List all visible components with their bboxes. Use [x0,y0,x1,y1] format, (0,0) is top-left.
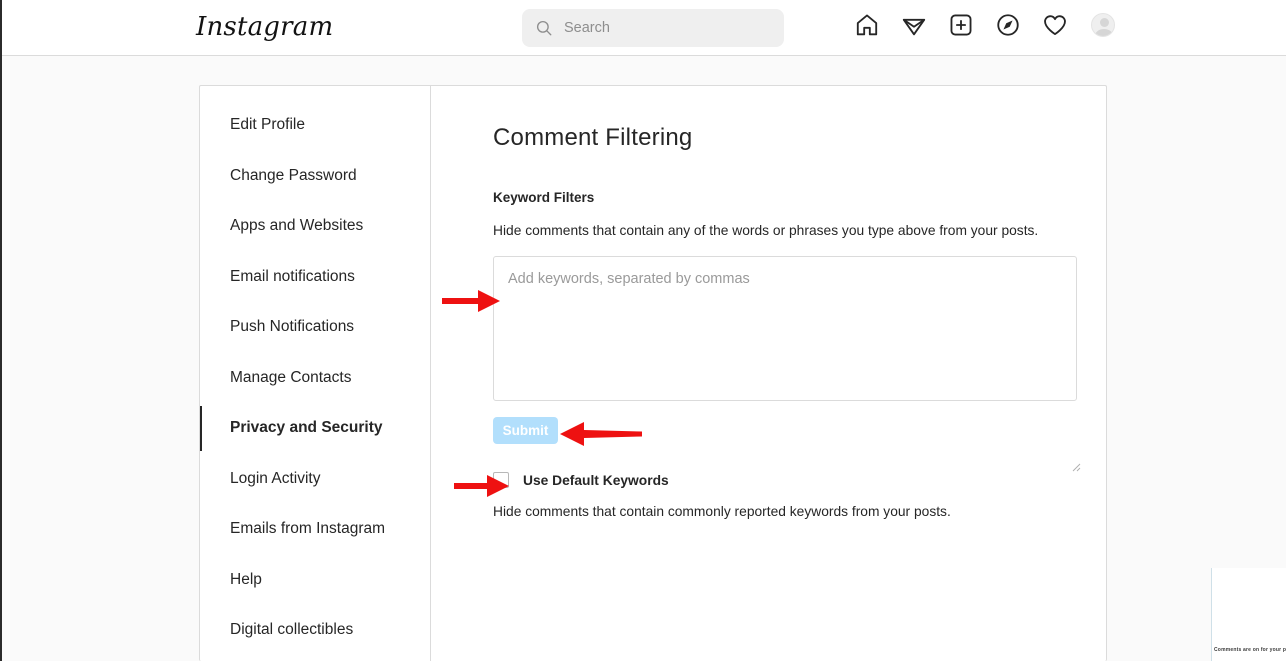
explore-compass-icon[interactable] [995,12,1021,38]
sidebar-item-apps-and-websites[interactable]: Apps and Websites [200,201,430,252]
search-input[interactable]: Search [522,9,784,47]
settings-content-panel: Comment Filtering Keyword Filters Hide c… [431,86,1106,661]
sidebar-item-edit-profile[interactable]: Edit Profile [200,100,430,151]
settings-sidebar: Edit Profile Change Password Apps and We… [200,86,431,661]
sidebar-item-digital-collectibles[interactable]: Digital collectibles [200,605,430,656]
instagram-settings-screen: Instagram Search Edit Profile Change Pas… [0,0,1286,661]
page-title: Comment Filtering [493,124,693,151]
sidebar-item-manage-contacts[interactable]: Manage Contacts [200,353,430,404]
messenger-icon[interactable] [901,12,927,38]
default-keywords-label[interactable]: Use Default Keywords [523,473,669,488]
new-post-icon[interactable] [948,12,974,38]
heart-icon[interactable] [1042,12,1068,38]
submit-button[interactable]: Submit [493,417,558,444]
sidebar-item-emails-from-instagram[interactable]: Emails from Instagram [200,504,430,555]
sidebar-item-push-notifications[interactable]: Push Notifications [200,302,430,353]
default-keywords-checkbox[interactable] [493,472,509,488]
textarea-resize-handle[interactable] [1069,460,1081,472]
instagram-logo[interactable]: Instagram [196,12,333,42]
sidebar-item-login-activity[interactable]: Login Activity [200,454,430,505]
app-header: Instagram Search [2,0,1286,56]
corner-artifact-text: Comments are on for your posts [1214,647,1286,653]
keyword-filters-label: Keyword Filters [493,190,595,205]
keyword-filters-description: Hide comments that contain any of the wo… [493,223,1039,238]
corner-artifact: Comments are on for your posts [1211,568,1286,661]
avatar[interactable] [1091,13,1115,37]
settings-card: Edit Profile Change Password Apps and We… [199,85,1107,661]
default-keywords-row: Use Default Keywords [493,472,1106,488]
sidebar-item-help[interactable]: Help [200,555,430,606]
default-keywords-description: Hide comments that contain commonly repo… [493,504,951,519]
keyword-textarea[interactable] [493,256,1077,401]
sidebar-item-change-password[interactable]: Change Password [200,151,430,202]
header-nav-icons [854,12,1115,38]
search-placeholder-text: Search [564,20,610,36]
search-icon [536,20,552,36]
sidebar-item-privacy-and-security[interactable]: Privacy and Security [200,403,430,454]
sidebar-item-email-notifications[interactable]: Email notifications [200,252,430,303]
home-icon[interactable] [854,12,880,38]
